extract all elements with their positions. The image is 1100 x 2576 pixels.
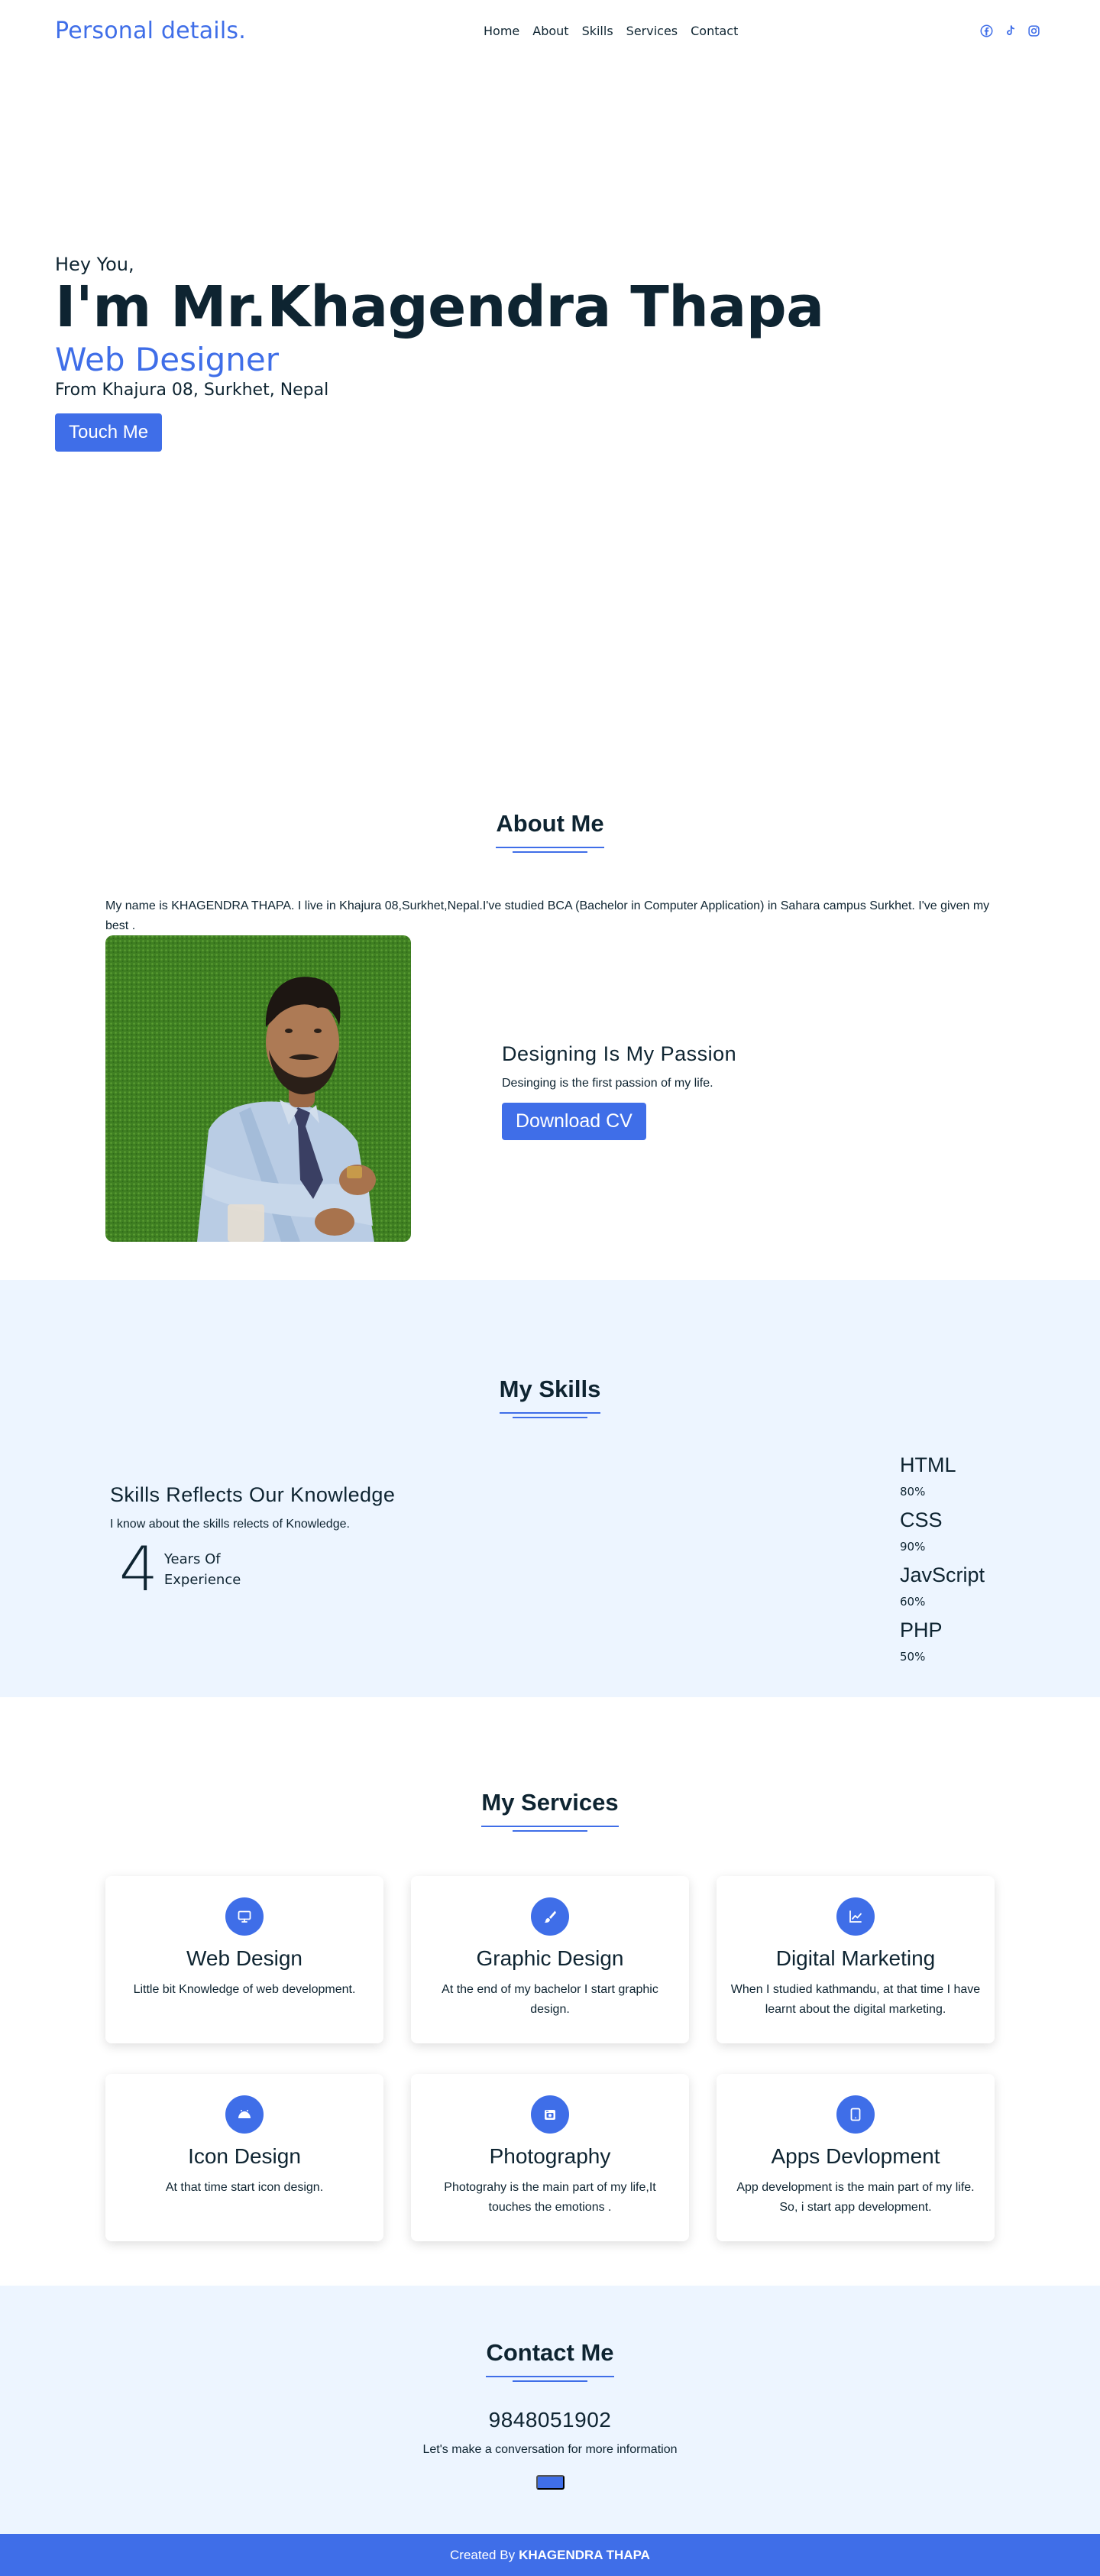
- skill-name: CSS: [900, 1508, 943, 1531]
- experience-number: 4: [119, 1534, 158, 1605]
- service-card-photography[interactable]: Photography Photograhy is the main part …: [411, 2074, 689, 2241]
- service-text: At the end of my bachelor I start graphi…: [442, 1983, 658, 2016]
- skills-title: My Skills: [499, 1375, 601, 1414]
- social-links: [980, 0, 1040, 61]
- service-title: Apps Devlopment: [771, 2144, 940, 2168]
- service-title: Digital Marketing: [775, 1946, 936, 1970]
- skill-percent: 90%: [900, 1540, 926, 1554]
- hero-location: From Khajura 08, Surkhet, Nepal: [55, 381, 329, 400]
- chart-icon: [836, 1897, 875, 1936]
- hero-section: Hey You, I'm Mr.Khagendra Thapa Web Desi…: [0, 61, 1100, 695]
- skill-name: JavScript: [900, 1563, 985, 1586]
- skill-name: PHP: [900, 1619, 943, 1641]
- service-card-web-design[interactable]: Web Design Little bit Knowledge of web d…: [105, 1876, 383, 2043]
- footer-author: KHAGENDRA THAPA: [519, 2547, 650, 2562]
- about-title: About Me: [496, 810, 604, 848]
- nav-link-about[interactable]: About: [532, 24, 568, 38]
- service-text: App development is the main part of my l…: [736, 2181, 975, 2214]
- service-title: Web Design: [186, 1946, 302, 1970]
- about-section: About Me My name is KHAGENDRA THAPA. I l…: [0, 695, 1100, 1280]
- contact-button[interactable]: [535, 2475, 565, 2490]
- touch-me-button[interactable]: Touch Me: [55, 413, 163, 452]
- hero-role: Web Designer: [55, 340, 280, 378]
- contact-note: Let's make a conversation for more infor…: [422, 2443, 678, 2456]
- nav-link-services[interactable]: Services: [626, 24, 678, 38]
- service-title: Graphic Design: [476, 1946, 624, 1970]
- skill-list: HTML 80% CSS 90% JavScript 60% PHP 50%: [900, 1452, 985, 1672]
- footer: Created By KHAGENDRA THAPA: [0, 2534, 1100, 2576]
- monitor-icon: [225, 1897, 264, 1936]
- profile-photo: [105, 935, 411, 1243]
- experience-label: Years Of Experience: [163, 1551, 241, 1588]
- facebook-icon[interactable]: [980, 24, 993, 37]
- contact-section: Contact Me 9848051902 Let's make a conve…: [0, 2286, 1100, 2534]
- service-title: Photography: [489, 2144, 611, 2168]
- brand-logo[interactable]: Personal details.: [55, 18, 246, 44]
- skills-text: I know about the skills relects of Knowl…: [110, 1518, 350, 1531]
- instagram-icon[interactable]: [1027, 24, 1040, 37]
- about-heading: Designing Is My Passion: [502, 1042, 737, 1065]
- contact-title: Contact Me: [486, 2339, 614, 2377]
- service-card-icon-design[interactable]: Icon Design At that time start icon desi…: [105, 2074, 383, 2241]
- service-card-apps-development[interactable]: Apps Devlopment App development is the m…: [717, 2074, 995, 2241]
- brush-icon: [531, 1897, 569, 1936]
- about-text: Desinging is the first passion of my lif…: [502, 1076, 713, 1090]
- hero-greeting: Hey You,: [55, 254, 134, 275]
- skill-percent: 50%: [900, 1650, 926, 1664]
- about-intro: My name is KHAGENDRA THAPA. I live in Kh…: [105, 899, 990, 932]
- nav-link-home[interactable]: Home: [484, 24, 519, 38]
- service-text: At that time start icon design.: [165, 2181, 324, 2194]
- camera-icon: [531, 2095, 569, 2134]
- service-title: Icon Design: [188, 2144, 301, 2168]
- contact-phone[interactable]: 9848051902: [0, 2408, 1100, 2432]
- cloud-icon: [225, 2095, 264, 2134]
- download-cv-button[interactable]: Download CV: [502, 1102, 646, 1140]
- skills-section: My Skills Skills Reflects Our Knowledge …: [0, 1280, 1100, 1697]
- skill-name: HTML: [900, 1453, 956, 1476]
- skill-percent: 80%: [900, 1485, 926, 1499]
- services-title: My Services: [481, 1789, 619, 1827]
- tablet-icon: [836, 2095, 875, 2134]
- nav-link-contact[interactable]: Contact: [691, 24, 738, 38]
- nav-links: Home About Skills Services Contact: [484, 0, 738, 61]
- skills-heading: Skills Reflects Our Knowledge: [110, 1483, 396, 1506]
- nav-link-skills[interactable]: Skills: [582, 24, 613, 38]
- service-card-graphic-design[interactable]: Graphic Design At the end of my bachelor…: [411, 1876, 689, 2043]
- tiktok-icon[interactable]: [1004, 24, 1017, 37]
- service-text: When I studied kathmandu, at that time I…: [730, 1983, 981, 2016]
- service-text: Little bit Knowledge of web development.: [133, 1983, 356, 1996]
- service-text: Photograhy is the main part of my life,I…: [444, 2181, 656, 2214]
- navbar: Personal details. Home About Skills Serv…: [0, 0, 1100, 61]
- service-card-digital-marketing[interactable]: Digital Marketing When I studied kathman…: [717, 1876, 995, 2043]
- hero-name: I'm Mr.Khagendra Thapa: [55, 274, 824, 340]
- skill-percent: 60%: [900, 1595, 926, 1609]
- footer-prefix: Created By: [450, 2547, 516, 2562]
- experience-block: 4 Years Of Experience: [119, 1539, 395, 1600]
- services-section: My Services Web Design Little bit Knowle…: [0, 1697, 1100, 2286]
